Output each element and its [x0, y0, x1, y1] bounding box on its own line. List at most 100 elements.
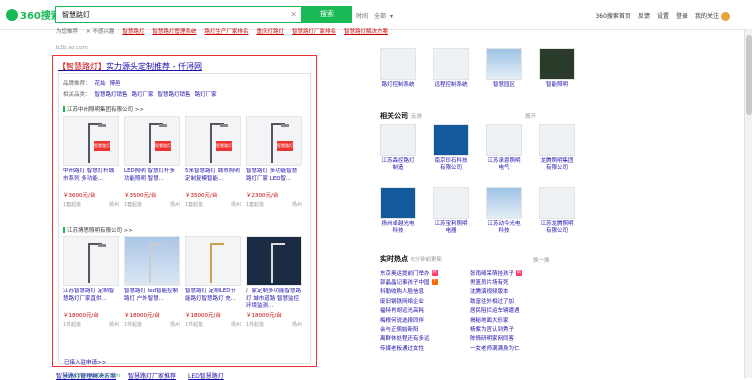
product-title[interactable]: LED照明 智慧灯杆多功能照明 智慧... — [124, 168, 180, 190]
result-link[interactable]: LED智慧路灯 — [188, 371, 224, 380]
category-link[interactable]: 路灯厂家 — [132, 90, 154, 98]
expand-button[interactable]: 展开 — [525, 112, 536, 120]
related-item[interactable]: 重庆灯路灯 — [256, 27, 284, 35]
scrollbar[interactable] — [744, 30, 752, 378]
product-image[interactable]: 智慧路灯 — [246, 116, 302, 166]
link-follow[interactable]: 我的关注 — [695, 11, 730, 21]
hot-item[interactable]: 福特肖胡远光高耗 — [380, 306, 470, 314]
more-link[interactable]: 已接入驻申请>> — [64, 358, 106, 366]
hot-item[interactable]: 一女老师满满身为仁 — [470, 344, 560, 352]
company-image[interactable] — [433, 124, 469, 156]
category-link[interactable]: 智慧路灯销售 — [95, 90, 128, 98]
company-image[interactable] — [539, 187, 575, 219]
related-image-card[interactable]: 智能照明 — [539, 48, 575, 89]
product-card[interactable]: 智慧路灯 中州路灯 智慧灯杆城市系列 多功能... ￥3600元/台 1套起批扬… — [63, 116, 119, 208]
brand-link[interactable]: 花灿 — [95, 79, 106, 87]
product-card[interactable]: 智慧路灯 LED照明 智慧灯杆多功能照明 智慧... ￥3500元/台 1套起批… — [124, 116, 180, 208]
company-card[interactable]: 江苏宝利照明电器 — [433, 187, 469, 235]
company-card[interactable]: 南京珍石科技有限公司 — [433, 124, 469, 172]
product-title[interactable]: 5米智慧路灯 城市照明 定制复模智能... — [185, 168, 241, 190]
related-item[interactable]: 智慧路灯 — [122, 27, 144, 35]
product-image[interactable] — [185, 236, 241, 286]
company-card[interactable]: 江苏龙腾照明有限公司 — [539, 187, 575, 235]
related-image[interactable] — [380, 48, 416, 80]
hot-item[interactable]: 致富往外相过了加 — [470, 297, 560, 305]
product-image[interactable]: 智慧路灯 — [124, 116, 180, 166]
company-image[interactable] — [486, 187, 522, 219]
search-button[interactable]: 搜索 — [302, 6, 352, 23]
product-image[interactable]: 智慧路灯 — [185, 116, 241, 166]
clear-icon[interactable]: ✕ — [290, 10, 297, 19]
related-image[interactable] — [433, 48, 469, 80]
feedback-link[interactable]: 反馈 — [411, 112, 422, 120]
category-link[interactable]: 智慧路灯销售 — [158, 90, 191, 98]
related-image-card[interactable]: 路灯控制系统 — [380, 48, 416, 89]
hot-item[interactable]: 揭秘地面大形家 — [470, 316, 560, 324]
hot-item[interactable]: 居民阻拦运车辆遭遇 — [470, 306, 560, 314]
product-image[interactable] — [124, 236, 180, 286]
link-home[interactable]: 360搜索首页 — [595, 11, 630, 21]
hot-item[interactable]: 沈腾演视频版本 — [470, 287, 560, 295]
shop-title[interactable]: 江苏中州照明集团有限公司 >> — [63, 105, 144, 113]
time-filter[interactable]: 时间 全部 ▾ — [356, 11, 397, 20]
company-image[interactable] — [380, 187, 416, 219]
product-card[interactable]: 智慧路灯 智慧路灯 多功能智慧路灯厂家 LED智... ￥2300元/台 1套起… — [246, 116, 302, 208]
product-title[interactable]: 智慧路灯 定制LED节能路灯智慧路灯 充... — [185, 288, 241, 310]
related-image[interactable] — [486, 48, 522, 80]
hot-item[interactable]: 杨紫为官认到秀子 — [470, 325, 560, 333]
hot-item[interactable]: 废旧钢铁网络企业 — [380, 297, 470, 305]
link-settings[interactable]: 设置 — [657, 11, 669, 21]
refresh-button[interactable]: 换一换 — [533, 256, 550, 264]
result-link[interactable]: 智慧路灯管理解决方案 — [56, 371, 116, 380]
company-image[interactable] — [486, 124, 522, 156]
brand-link[interactable]: 博邑 — [110, 79, 121, 87]
product-title[interactable]: 厂家定制多功能智慧路灯 城市道路 智慧监控环境监测... — [246, 288, 302, 310]
product-card[interactable]: 智慧路灯 led智能控制路灯 户外智慧... ￥18000元/台 1件起批 扬州 — [124, 236, 180, 328]
hot-item[interactable]: 东京奥运提前门举办热 — [380, 269, 470, 277]
related-image[interactable] — [539, 48, 575, 80]
product-card[interactable]: 智慧路灯 5米智慧路灯 城市照明 定制复模智能... ￥3500元/台 1套起批… — [185, 116, 241, 208]
product-title[interactable]: 江苏智慧路灯 定制智慧路灯厂家直供... — [63, 288, 119, 310]
hot-item[interactable]: 会与正佩始新阳 — [380, 325, 470, 333]
ad-title[interactable]: 【智慧路灯】实力源头定制推荐 - 仟浔网 — [58, 61, 202, 72]
related-image-card[interactable]: 智慧园区 — [486, 48, 522, 89]
shop-title[interactable]: 江苏博思照明有限公司 >> — [63, 226, 133, 234]
hot-item[interactable]: 梅根何说选择同伴 — [380, 316, 470, 324]
product-image[interactable] — [63, 236, 119, 286]
related-item[interactable]: 智慧路灯厂家排名 — [292, 27, 336, 35]
related-image-card[interactable]: 远程控制系统 — [433, 48, 469, 89]
company-image[interactable] — [539, 124, 575, 156]
company-image[interactable] — [433, 187, 469, 219]
company-card[interactable]: 江苏动今光电科技 — [486, 187, 522, 235]
related-item[interactable]: 智慧路灯管理系统 — [152, 27, 196, 35]
product-image[interactable] — [246, 236, 302, 286]
logo[interactable]: 360搜索 — [6, 7, 61, 22]
hot-item[interactable]: 离群休处程还有多远 — [380, 334, 470, 342]
time-value[interactable]: 全部 — [374, 13, 386, 20]
product-title[interactable]: 智慧路灯 多功能智慧路灯厂家 LED智... — [246, 168, 302, 190]
link-feedback[interactable]: 反馈 — [638, 11, 650, 21]
related-close[interactable]: ✕ 不感兴趣 — [86, 27, 114, 35]
hot-item[interactable]: 陈情研明家网同客 — [470, 334, 560, 342]
related-item[interactable]: 路灯生产厂家排名 — [204, 27, 248, 35]
product-card[interactable]: 厂家定制多功能智慧路灯 城市道路 智慧监控环境监测... ￥18000元/台 1… — [246, 236, 302, 328]
hot-item[interactable]: 科勒收购人脸信息 — [380, 287, 470, 295]
company-image[interactable] — [380, 124, 416, 156]
company-card[interactable]: 江苏承恩照明电气 — [486, 124, 522, 172]
product-title[interactable]: 中州路灯 智慧灯杆城市系列 多功能... — [63, 168, 119, 190]
hot-item[interactable]: 传媒老板通过女性 — [380, 344, 470, 352]
link-login[interactable]: 登录 — [676, 11, 688, 21]
product-card[interactable]: 智慧路灯 定制LED节能路灯智慧路灯 充... ￥18000元/台 1件起批 扬州 — [185, 236, 241, 328]
related-item[interactable]: 智慧路灯解决方案 — [344, 27, 388, 35]
company-card[interactable]: 龙腾照明集团有限公司 — [539, 124, 575, 172]
scrollbar-thumb[interactable] — [746, 35, 752, 115]
search-input[interactable] — [56, 7, 301, 22]
company-card[interactable]: 扬州卓越光电科技 — [380, 187, 416, 235]
product-card[interactable]: 江苏智慧路灯 定制智慧路灯厂家直供... ￥18000元/台 1件起批 扬州 — [63, 236, 119, 328]
hot-item[interactable]: 男篮员片场有死 — [470, 278, 560, 286]
category-link[interactable]: 路灯厂家 — [195, 90, 217, 98]
product-image[interactable]: 智慧路灯 — [63, 116, 119, 166]
result-link[interactable]: 智慧路灯厂家推荐 — [128, 371, 176, 380]
hot-item[interactable]: 张雨绮呆萌挂孩子新 — [470, 269, 560, 277]
product-title[interactable]: 智慧路灯 led智能控制路灯 户外智慧... — [124, 288, 180, 310]
